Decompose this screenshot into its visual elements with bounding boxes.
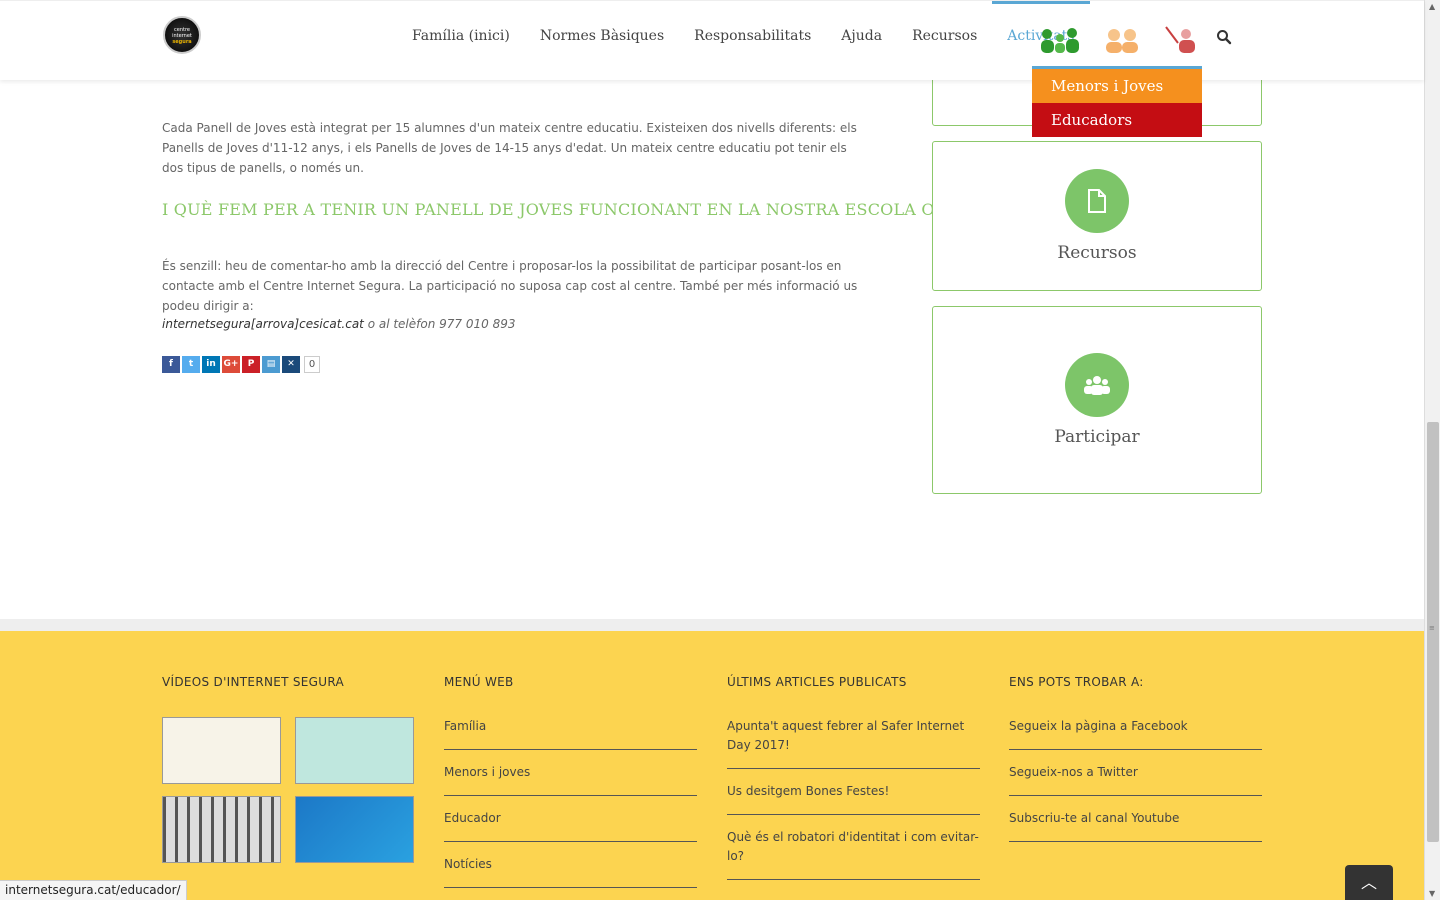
intro-paragraph: Cada Panell de Joves està integrat per 1… [162, 121, 857, 175]
section-heading: I QUÈ FEM PER A TENIR UN PANELL DE JOVES… [162, 200, 932, 219]
logo-text-3: segura [172, 39, 192, 45]
scroll-down-arrow-icon[interactable]: ▼ [1429, 889, 1435, 898]
nav-normes-basiques[interactable]: Normes Bàsiques [525, 1, 679, 71]
contact-email[interactable]: internetsegura[arrova]cesicat.cat [162, 317, 364, 331]
participar-label: Participar [1054, 427, 1140, 447]
dropdown-menors-joves[interactable]: Menors i Joves [1032, 69, 1202, 103]
social-youtube-link[interactable]: Subscriu-te al canal Youtube [1009, 809, 1262, 842]
video-thumbnail[interactable] [295, 717, 414, 784]
video-thumbnail[interactable] [162, 717, 281, 784]
bookmark-share-icon[interactable]: ✕ [282, 356, 300, 373]
social-twitter-link[interactable]: Segueix-nos a Twitter [1009, 763, 1262, 796]
pinterest-share-icon[interactable]: P [242, 356, 260, 373]
social-facebook-link[interactable]: Segueix la pàgina a Facebook [1009, 717, 1262, 750]
menu-title: MENÚ WEB [444, 675, 514, 689]
linkedin-share-icon[interactable]: in [202, 356, 220, 373]
main-nav: Família (inici) Normes Bàsiques Responsa… [397, 1, 1090, 71]
facebook-share-icon[interactable]: f [162, 356, 180, 373]
educator-icon[interactable] [1162, 25, 1206, 55]
recursos-label: Recursos [1057, 243, 1137, 263]
article-link[interactable]: Apunta't aquest febrer al Safer Internet… [727, 717, 980, 769]
footer-menu-familia[interactable]: Família [444, 717, 697, 750]
video-thumbnail[interactable] [295, 796, 414, 863]
footer-articles: ÚLTIMS ARTICLES PUBLICATS Apunta't aques… [727, 675, 980, 893]
browser-status-url: internetsegura.cat/educador/ [0, 880, 187, 900]
family-icon[interactable] [1038, 25, 1082, 55]
share-count: 0 [304, 356, 320, 373]
print-icon[interactable]: ▤ [262, 356, 280, 373]
nav-familia[interactable]: Família (inici) [397, 1, 525, 71]
footer-menu-noticies[interactable]: Notícies [444, 855, 697, 888]
googleplus-share-icon[interactable]: G+ [222, 356, 240, 373]
footer-social: ENS POTS TROBAR A: Segueix la pàgina a F… [1009, 675, 1262, 855]
sidebar-box-participar[interactable]: Participar [932, 306, 1262, 494]
group-icon [1065, 353, 1129, 417]
nav-responsabilitats[interactable]: Responsabilitats [679, 1, 826, 71]
scrollbar-thumb[interactable] [1427, 422, 1439, 842]
document-icon [1065, 169, 1129, 233]
dropdown-educadors[interactable]: Educadors [1032, 103, 1202, 137]
contact-phone: o al telèfon 977 010 893 [363, 317, 516, 331]
footer-menu-menors-joves[interactable]: Menors i joves [444, 763, 697, 796]
footer-menu: MENÚ WEB Família Menors i joves Educador… [444, 675, 697, 900]
video-thumbnail[interactable] [162, 796, 281, 863]
nav-recursos[interactable]: Recursos [897, 1, 992, 71]
site-header: centre internet segura Família (inici) N… [0, 0, 1424, 80]
activitats-dropdown: Menors i Joves Educadors [1032, 66, 1202, 137]
footer-videos: VÍDEOS D'INTERNET SEGURA [162, 675, 415, 863]
youth-icon[interactable] [1100, 25, 1144, 55]
audience-switcher [1038, 25, 1206, 55]
footer-menu-educador[interactable]: Educador [444, 809, 697, 842]
sidebar-box-recursos[interactable]: Recursos [932, 141, 1262, 291]
scrollbar-grip-icon: ≡ [1429, 624, 1435, 632]
instructions-paragraph: És senzill: heu de comentar-ho amb la di… [162, 259, 858, 313]
site-footer: VÍDEOS D'INTERNET SEGURA MENÚ WEB Famíli… [0, 631, 1424, 900]
search-icon[interactable] [1216, 29, 1232, 45]
page-scrollbar[interactable]: ▲ ≡ ▼ [1424, 0, 1440, 900]
share-bar: f t in G+ P ▤ ✕ 0 [162, 356, 320, 373]
social-title: ENS POTS TROBAR A: [1009, 675, 1144, 689]
article-link[interactable]: Us desitgem Bones Festes! [727, 782, 980, 815]
contact-line: internetsegura[arrova]cesicat.cat o al t… [162, 317, 515, 331]
article-link[interactable]: Què és el robatori d'identitat i com evi… [727, 828, 980, 880]
videos-title: VÍDEOS D'INTERNET SEGURA [162, 675, 344, 689]
nav-ajuda[interactable]: Ajuda [826, 1, 897, 71]
scroll-up-arrow-icon[interactable]: ▲ [1429, 2, 1435, 11]
footer-separator [0, 619, 1424, 631]
chevron-up-icon[interactable]: ︿ [1345, 865, 1393, 900]
articles-title: ÚLTIMS ARTICLES PUBLICATS [727, 675, 907, 689]
twitter-share-icon[interactable]: t [182, 356, 200, 373]
site-logo[interactable]: centre internet segura [163, 16, 201, 54]
